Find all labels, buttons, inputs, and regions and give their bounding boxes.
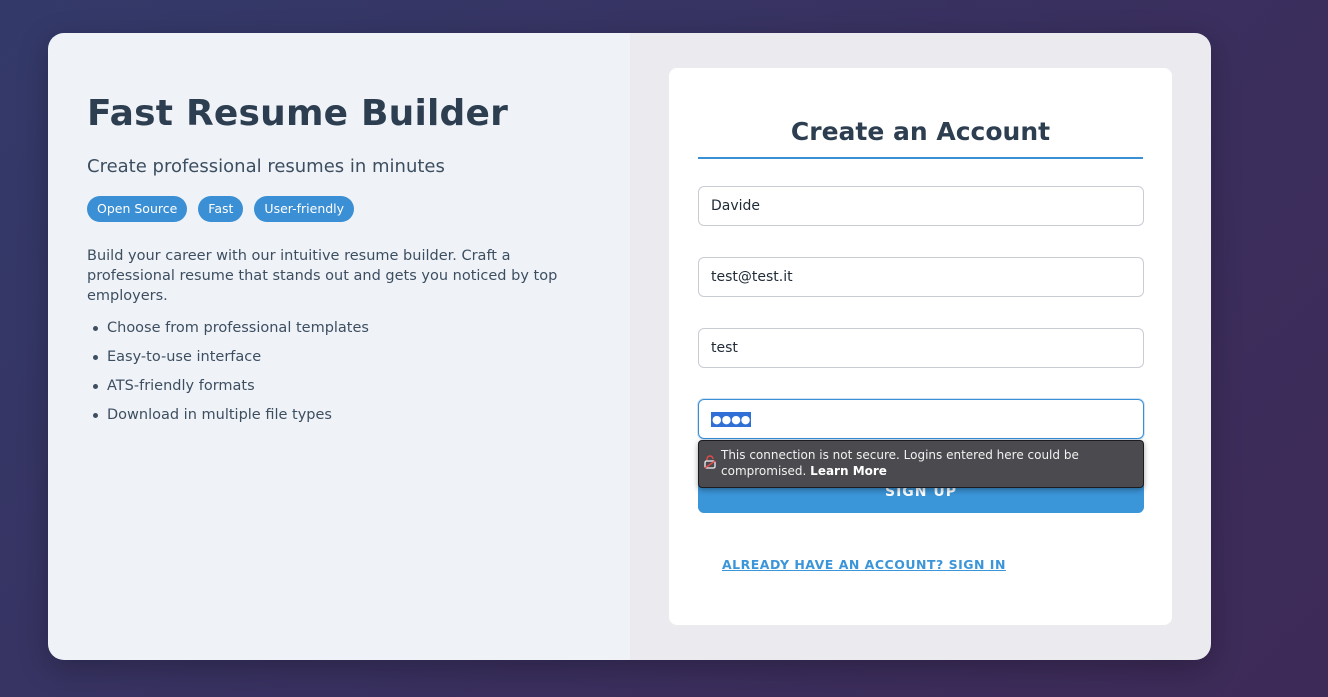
feature-item: ATS-friendly formats: [87, 376, 630, 405]
form-title: Create an Account: [698, 68, 1143, 159]
feature-list: Choose from professional templates Easy-…: [87, 318, 630, 434]
brand-description: Build your career with our intuitive res…: [87, 248, 558, 304]
tag-fast: Fast: [198, 196, 244, 222]
brand-panel: Fast Resume Builder Create professional …: [48, 33, 630, 660]
learn-more-link[interactable]: Learn More: [810, 464, 887, 478]
email-field[interactable]: [698, 257, 1144, 297]
password-field[interactable]: ●●●●: [698, 399, 1144, 439]
tag-user-friendly: User-friendly: [254, 196, 355, 222]
name-field[interactable]: [698, 186, 1144, 226]
username-field[interactable]: [698, 328, 1144, 368]
signup-form: Create an Account ●●●● SIGN UP This conn…: [669, 68, 1172, 625]
insecure-login-warning[interactable]: This connection is not secure. Logins en…: [698, 440, 1144, 488]
feature-item: Choose from professional templates: [87, 318, 630, 347]
password-mask: ●●●●: [711, 412, 752, 427]
main-card: Fast Resume Builder Create professional …: [48, 33, 1211, 660]
brand-subtitle: Create professional resumes in minutes: [87, 156, 445, 177]
insecure-lock-icon: [704, 455, 716, 469]
tag-open-source: Open Source: [87, 196, 188, 222]
feature-item: Download in multiple file types: [87, 405, 630, 434]
warning-text: This connection is not secure. Logins en…: [721, 448, 1079, 478]
form-panel: Create an Account ●●●● SIGN UP This conn…: [630, 33, 1211, 660]
signin-link[interactable]: ALREADY HAVE AN ACCOUNT? SIGN IN: [722, 557, 1006, 572]
tag-list: Open Source Fast User-friendly: [87, 196, 630, 222]
brand-title: Fast Resume Builder: [87, 93, 509, 134]
feature-item: Easy-to-use interface: [87, 347, 630, 376]
